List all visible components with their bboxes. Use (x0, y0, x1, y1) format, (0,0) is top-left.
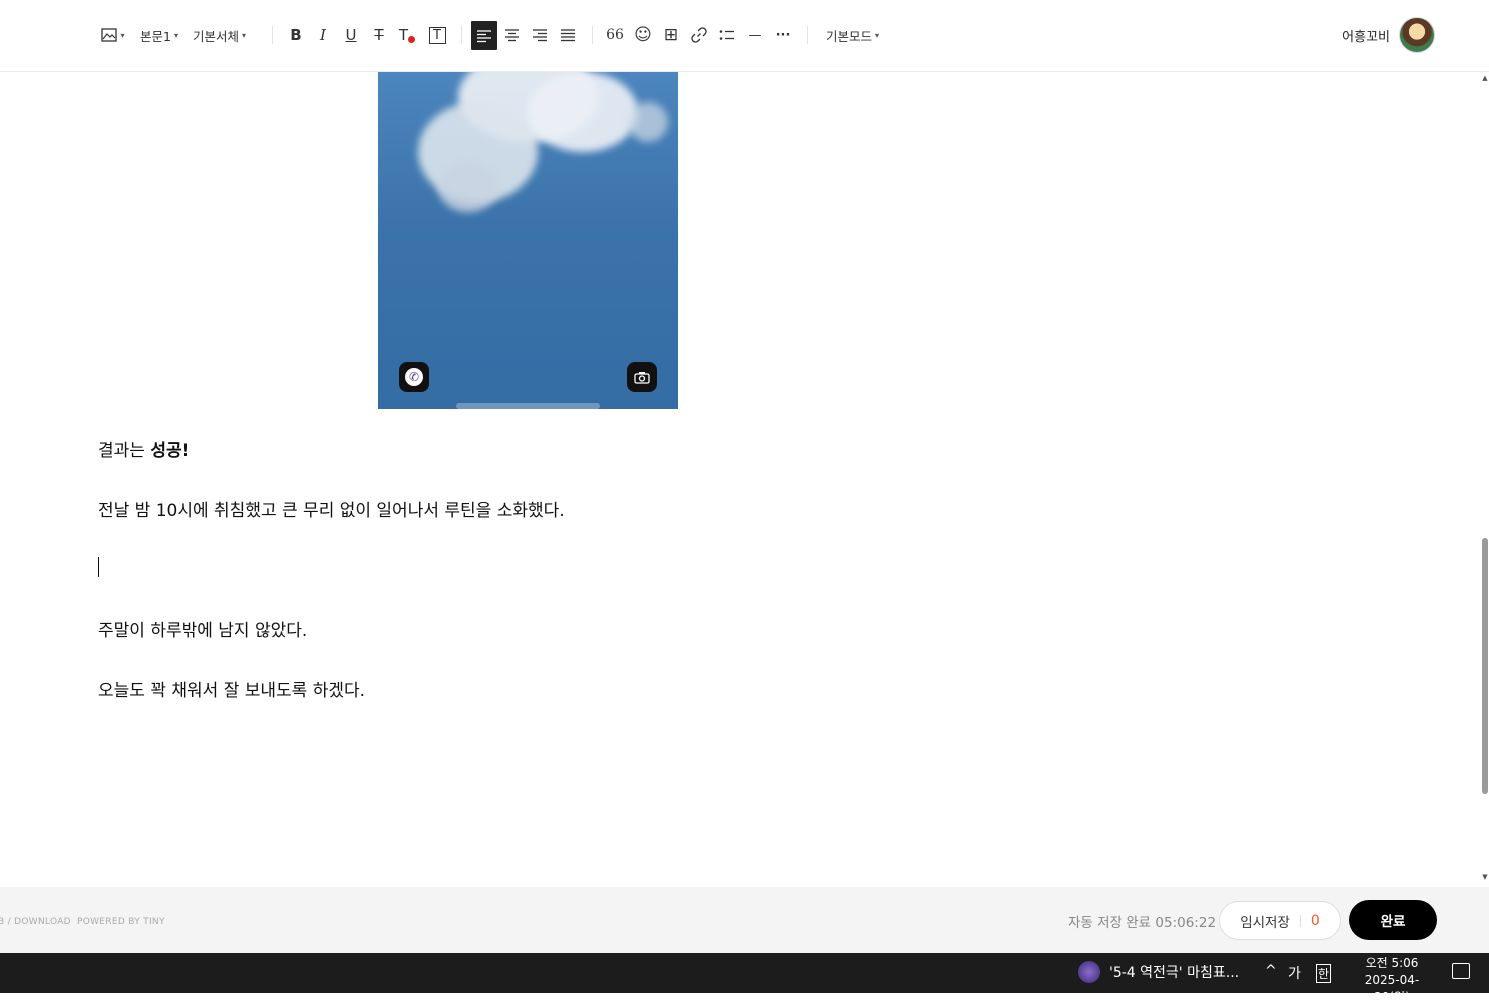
align-left-button[interactable] (471, 21, 497, 50)
cloud (628, 102, 668, 142)
text-cursor (98, 557, 99, 577)
align-right-icon (533, 29, 547, 42)
home-indicator (456, 403, 600, 409)
quote-button[interactable]: 66 (602, 22, 628, 48)
bullet-list-button[interactable] (714, 22, 740, 48)
paragraph[interactable]: 오늘도 꽉 채워서 잘 보내도록 하겠다. (98, 676, 365, 701)
editor-toolbar: ▾ 본문1 ▾ 기본서체 ▾ B I U T T T 66 ☺ ⊞ — ··· … (0, 0, 1489, 72)
app-icon (1078, 961, 1100, 983)
align-justify-icon (561, 29, 575, 42)
taskbar-clock[interactable]: 오전 5:06 2025-04-20(일) (1348, 955, 1436, 1006)
save-draft-button[interactable]: 임시저장 0 (1219, 901, 1341, 940)
toolbar-divider (592, 26, 593, 44)
text-color-button[interactable]: T (394, 22, 420, 48)
image-icon (101, 28, 118, 42)
horizontal-rule-button[interactable]: — (742, 22, 768, 48)
more-button[interactable]: ··· (770, 22, 796, 48)
taskbar-app[interactable]: '5-4 역전극' 마침표... (1078, 961, 1239, 983)
mode-select[interactable]: 기본모드 ▾ (826, 22, 879, 48)
chevron-down-icon: ▾ (242, 30, 247, 40)
list-icon (719, 30, 734, 40)
scroll-up-icon[interactable]: ▲ (1481, 74, 1489, 82)
strikethrough-button[interactable]: T (366, 22, 392, 48)
emoji-button[interactable]: ☺ (630, 22, 656, 48)
chevron-down-icon: ▾ (875, 30, 880, 40)
align-left-icon (477, 29, 491, 42)
table-icon: ⊞ (663, 25, 679, 45)
avatar[interactable] (1399, 17, 1435, 53)
underline-button[interactable]: U (338, 22, 364, 48)
toolbar-divider (461, 26, 462, 44)
table-button[interactable]: ⊞ (658, 22, 684, 48)
horizontal-rule-icon: — (748, 27, 762, 43)
color-dot-icon (408, 35, 416, 43)
paragraph[interactable]: 주말이 하루밖에 남지 않았다. (98, 616, 307, 641)
text-background-icon: T (428, 26, 446, 44)
emoji-icon: ☺ (634, 25, 652, 45)
camera-icon (627, 362, 657, 392)
ime-mode-indicator[interactable]: 가 (1288, 963, 1301, 983)
toolbar-divider (807, 26, 808, 44)
cloud (438, 162, 498, 212)
font-family-select[interactable]: 기본서체 ▾ (193, 22, 246, 48)
divider (1299, 914, 1301, 927)
link-button[interactable] (686, 22, 712, 48)
link-icon (691, 27, 707, 43)
cloud (528, 72, 638, 152)
italic-icon: I (320, 26, 326, 44)
scrollbar-thumb[interactable] (1482, 538, 1488, 794)
embedded-photo[interactable]: ✆ (378, 72, 678, 409)
bold-button[interactable]: B (283, 22, 309, 48)
user-name[interactable]: 어흥꼬비 (1342, 26, 1390, 45)
text-color-icon: T (398, 26, 409, 44)
phone-app-icon: ✆ (399, 362, 429, 392)
align-center-button[interactable] (499, 22, 525, 48)
align-right-button[interactable] (527, 22, 553, 48)
strikethrough-icon: T (374, 26, 384, 44)
more-icon: ··· (775, 27, 791, 43)
underline-icon: U (345, 26, 357, 44)
chevron-down-icon: ▾ (173, 30, 178, 40)
paragraph-style-select[interactable]: 본문1 ▾ (140, 22, 178, 48)
notification-icon[interactable] (1452, 963, 1470, 979)
quote-icon: 66 (606, 27, 624, 43)
download-link[interactable]: B / DOWNLOAD (0, 917, 71, 927)
bold-icon: B (290, 26, 302, 44)
scroll-down-icon[interactable]: ▼ (1481, 873, 1489, 881)
paragraph[interactable]: 전날 밤 10시에 취침했고 큰 무리 없이 일어나서 루틴을 소화했다. (98, 496, 565, 521)
paragraph[interactable]: 결과는 성공! (98, 436, 189, 461)
autosave-status: 자동 저장 완료 05:06:22 (1068, 915, 1217, 931)
powered-by-link[interactable]: POWERED BY TINY (77, 917, 165, 927)
italic-button[interactable]: I (310, 22, 336, 48)
done-button[interactable]: 완료 (1349, 900, 1437, 940)
align-justify-button[interactable] (555, 22, 581, 48)
editor-footer: B / DOWNLOAD POWERED BY TINY 자동 저장 완료 05… (0, 887, 1489, 953)
align-center-icon (505, 29, 519, 42)
os-taskbar: '5-4 역전극' 마침표... ^ 가 한 오전 5:06 2025-04-2… (0, 953, 1489, 1004)
insert-image-button[interactable]: ▾ (98, 22, 128, 48)
text-background-button[interactable]: T (424, 22, 450, 48)
draft-count-badge: 0 (1310, 912, 1320, 929)
tray-chevron-icon[interactable]: ^ (1265, 963, 1277, 979)
chevron-down-icon: ▾ (120, 30, 125, 40)
toolbar-divider (272, 26, 273, 44)
ime-lang-indicator[interactable]: 한 (1316, 964, 1332, 983)
